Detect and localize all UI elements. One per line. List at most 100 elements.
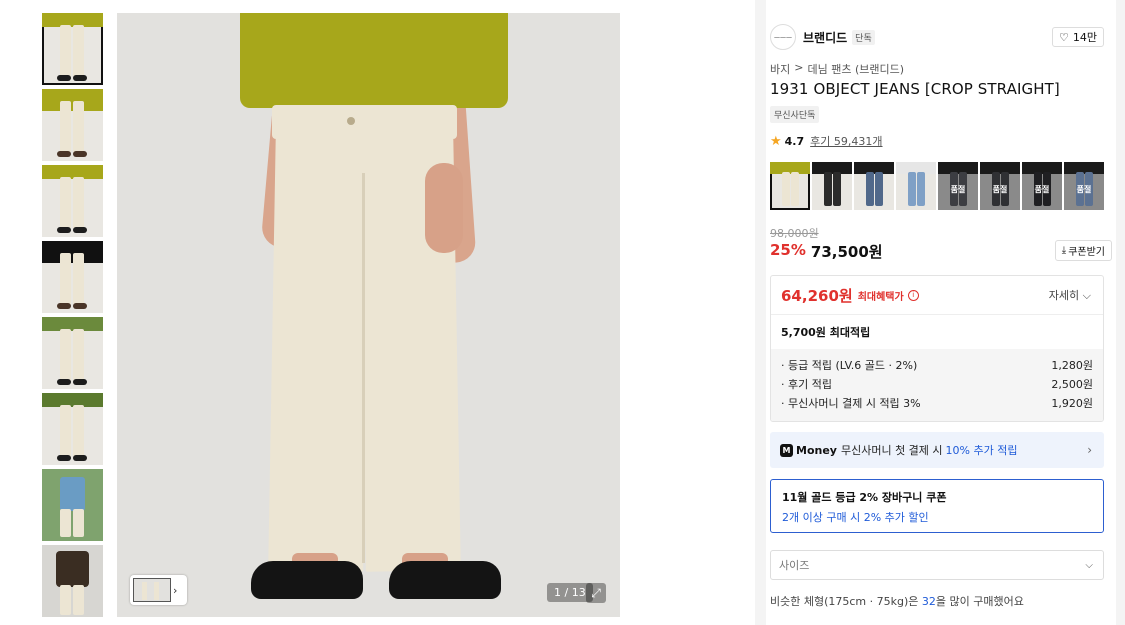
brand-logo[interactable]: ——— [770,24,796,50]
swatch-leg [908,172,916,206]
loafer-left [251,561,363,599]
thumbnail-shirt [60,477,85,511]
mini-preview-frame [133,578,171,602]
jeans-button [347,117,355,125]
exclusive-badge: 무신사단독 [770,106,820,123]
thumbnail-leg [73,329,84,381]
musinsa-money-banner[interactable]: M Money 무신사머니 첫 결제 시 10% 추가 적립 › [770,432,1104,468]
breadcrumb: 바지 > 데님 팬츠 (브랜디드) [770,61,904,77]
max-benefit-header[interactable]: 64,260원 최대혜택가 i 자세히 ⌵ [771,276,1103,314]
swatch-shirt [812,162,852,174]
sold-out-label: 품절 [1076,185,1092,194]
cart-coupon-desc: 2개 이상 구매 시 2% 추가 할인 [782,511,929,524]
info-icon[interactable]: i [907,289,919,301]
similar-suffix: 을 많이 구매했어요 [935,595,1024,608]
breadcrumb-level-1[interactable]: 바지 [770,61,790,77]
thumbnail-shoe [73,75,87,81]
chevron-right-icon: › [1087,443,1092,457]
color-swatch[interactable] [770,162,810,210]
star-icon: ★ [770,133,782,149]
size-select-placeholder: 사이즈 [779,559,810,572]
breadcrumb-level-2[interactable]: 데님 팬츠 (브랜디드) [807,61,904,77]
thumbnail-leg [60,25,71,77]
thumbnail-leg [60,253,71,305]
breadcrumb-separator: > [794,61,804,74]
max-benefit-box: 64,260원 최대혜택가 i 자세히 ⌵ 5,700원 최대적립 · 등급 적… [770,275,1104,422]
thumbnail-shoe [57,455,71,461]
swatch-shirt [854,162,894,174]
thumbnail-leg [73,405,84,457]
similar-prefix: 비슷한 체형(175cm · 75kg)은 [770,595,919,608]
thumbnail-7[interactable] [42,469,103,541]
model-hand [425,163,463,253]
points-item-value: 1,920원 [1051,396,1093,410]
cart-coupon-box[interactable]: 11월 골드 등급 2% 장바구니 쿠폰 2개 이상 구매 시 2% 추가 할인 [770,479,1104,533]
expand-icon[interactable]: ⤢ [586,583,606,603]
jeans-leg-left [268,130,371,572]
thumbnail-shoe [73,303,87,309]
product-info-panel: ——— 브랜디드 단독 ♡ 14만 바지 > 데님 팬츠 (브랜디드) 1931… [755,0,1125,625]
sale-price: 73,500원 [810,243,883,261]
product-title: 1931 OBJECT JEANS [CROP STRAIGHT] [770,80,1060,98]
color-swatch[interactable]: 품절 [980,162,1020,210]
thumbnail-6[interactable] [42,393,103,465]
points-item: · 등급 적립 (LV.6 골드 · 2%) 1,280원 [781,355,1093,374]
money-text: 무신사머니 첫 결제 시 [840,444,943,457]
mini-preview-leg [154,582,159,600]
color-swatch[interactable] [812,162,852,210]
cart-coupon-title: 11월 골드 등급 2% 장바구니 쿠폰 [782,491,947,504]
product-info-card: ——— 브랜디드 단독 ♡ 14만 바지 > 데님 팬츠 (브랜디드) 1931… [766,0,1116,625]
sold-out-label: 품절 [1034,185,1050,194]
swatch-shirt [938,162,978,174]
coupon-download-button[interactable]: ⤓ 쿠폰받기 [1054,240,1112,261]
main-product-image[interactable]: › 1 / 13 ⤢ [117,13,620,617]
sold-out-label: 품절 [992,185,1008,194]
original-price: 98,000원 [770,227,819,240]
loafer-right [389,561,501,599]
jeans-seam [362,173,365,563]
points-breakdown: · 등급 적립 (LV.6 골드 · 2%) 1,280원 · 후기 적립 2,… [771,349,1103,421]
thumbnail-1[interactable] [42,13,103,85]
color-options: 품절 품절 품절 품절 [770,162,1104,210]
detail-toggle[interactable]: 자세히 ⌵ [1049,287,1091,303]
image-mini-preview[interactable]: › [130,575,187,605]
thumbnail-5[interactable] [42,317,103,389]
color-swatch[interactable] [854,162,894,210]
color-swatch[interactable] [896,162,936,210]
money-brand: Money [796,443,837,457]
max-benefit-label: 최대혜택가 [857,291,904,303]
sold-out-label: 품절 [950,185,966,194]
thumbnail-2[interactable] [42,89,103,161]
points-item-label: · 후기 적립 [781,377,832,391]
like-count: 14만 [1072,31,1097,44]
max-benefit-price: 64,260원 [781,286,853,305]
points-item-value: 2,500원 [1051,377,1093,391]
swatch-shirt [770,162,810,174]
similar-count: 32 [921,595,936,608]
thumbnail-shoe [73,151,87,157]
review-count-link[interactable]: 후기 59,431개 [810,133,882,149]
brand-row: ——— 브랜디드 단독 ♡ 14만 [770,24,1104,50]
thumbnail-shoe [73,227,87,233]
points-item: · 후기 적립 2,500원 [781,374,1093,393]
color-swatch[interactable]: 품절 [1064,162,1104,210]
thumbnail-shoe [57,227,71,233]
thumbnail-shoe [57,379,71,385]
thumbnail-leg [73,25,84,77]
thumbnail-4[interactable] [42,241,103,313]
color-swatch[interactable]: 품절 [938,162,978,210]
sale-price-row: 25% 73,500원 [770,241,883,262]
color-swatch[interactable]: 품절 [1022,162,1062,210]
like-button[interactable]: ♡ 14만 [1052,27,1104,47]
brand-name[interactable]: 브랜디드 [803,29,847,46]
thumbnail-3[interactable] [42,165,103,237]
thumbnail-leg [73,253,84,305]
thumbnail-shoe [73,455,87,461]
coupon-button-label: 쿠폰받기 [1068,247,1105,258]
thumbnail-shoe [57,75,71,81]
thumbnail-leg [60,405,71,457]
points-item-label: · 등급 적립 (LV.6 골드 · 2%) [781,358,918,372]
size-select[interactable]: 사이즈 ⌵ [770,550,1104,580]
thumbnail-8[interactable] [42,545,103,617]
thumbnail-shoe [57,151,71,157]
